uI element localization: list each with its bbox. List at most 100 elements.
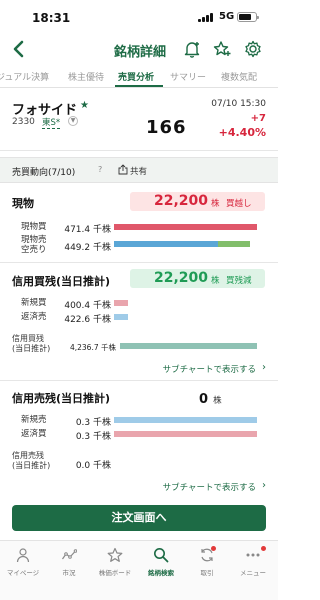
gear-icon[interactable]	[243, 39, 263, 59]
nav-menu[interactable]: メニュー	[230, 546, 276, 577]
genbutsu-buy-bar-fill	[114, 224, 257, 230]
nav-stock-search-label: 銘柄検索	[148, 569, 174, 577]
genbutsu-summary-kind: 買越し	[226, 199, 252, 209]
margin-buy-balance-label: 信用買残 (当日推計)	[12, 334, 51, 353]
margin-buy-subchart-link[interactable]: サブチャートで表示する	[163, 363, 256, 375]
margin-buy-summary-value: 22,200	[154, 270, 209, 286]
battery-icon	[237, 12, 259, 22]
genbutsu-buy-value: 471.4 千株	[64, 225, 111, 235]
stock-code: 2330	[12, 117, 35, 127]
chevron-right-icon[interactable]: ›	[262, 362, 266, 373]
genbutsu-sell-bar	[114, 241, 257, 247]
status-bar: 18:31 5G	[0, 0, 278, 34]
price-change-percent: +4.40%	[218, 126, 266, 139]
notification-dot	[211, 546, 216, 551]
genbutsu-summary-unit: 株	[211, 199, 220, 209]
nav-market[interactable]: 市況	[46, 547, 92, 577]
margin-buy-summary-kind: 買残減	[226, 276, 252, 286]
margin-new-buy-bar	[114, 300, 257, 306]
margin-new-sell-bar	[114, 417, 257, 423]
margin-new-sell-bar-fill	[114, 417, 257, 423]
margin-repay-buy-value: 0.3 千株	[75, 432, 111, 442]
margin-buy-summary-unit: 株	[211, 276, 220, 286]
nav-mypage[interactable]: マイページ	[0, 547, 46, 577]
favorite-star-icon[interactable]: ★	[80, 100, 89, 111]
genbutsu-title: 現物	[12, 197, 34, 210]
star-plus-icon[interactable]	[212, 39, 232, 59]
genbutsu-summary-box: 22,200 株 買越し	[130, 192, 265, 211]
status-time: 18:31	[32, 11, 71, 25]
genbutsu-cash-sell-bar-fill	[218, 241, 250, 247]
nav-trade[interactable]: 取引	[184, 546, 230, 577]
order-screen-button[interactable]: 注文画面へ	[12, 505, 266, 531]
trade-trend-header: 売買動向(7/10) ? 共有	[0, 157, 278, 183]
nav-stock-board[interactable]: 株価ボード	[92, 547, 138, 577]
stock-summary: フォサイド ★ 2330 東S* ▼ 166 07/10 15:30 +7 +4…	[0, 89, 278, 151]
margin-repay-sell-bar-fill	[114, 314, 129, 320]
header: 銘柄詳細	[0, 34, 278, 64]
margin-buy-balance-bar	[120, 343, 257, 349]
price-change: +7	[250, 113, 266, 124]
margin-sell-subchart-link[interactable]: サブチャートで表示する	[163, 481, 256, 493]
tab-visual-results[interactable]: ジュアル決算	[0, 70, 49, 83]
network-type: 5G	[219, 11, 235, 22]
tab-shareholder-benefits[interactable]: 株主優待	[68, 70, 104, 83]
margin-repay-sell-bar	[114, 314, 257, 320]
bell-plus-icon[interactable]	[182, 39, 202, 59]
more-dots-icon	[246, 553, 260, 557]
margin-sell-balance-value: 0.0 千株	[75, 461, 111, 471]
trade-trend-title: 売買動向(7/10)	[12, 168, 76, 178]
star-icon	[107, 547, 123, 562]
margin-new-buy-bar-fill	[114, 300, 129, 306]
margin-buy-title: 信用買残(当日推計)	[12, 275, 111, 288]
margin-sell-summary-value: 0	[199, 392, 209, 407]
section-divider	[0, 262, 278, 263]
margin-new-buy-label: 新規買	[21, 298, 47, 308]
share-button[interactable]: 共有	[130, 165, 147, 177]
nav-market-label: 市況	[62, 569, 76, 577]
search-icon	[154, 548, 169, 563]
page-title: 銘柄詳細	[113, 45, 166, 60]
help-icon[interactable]: ?	[98, 165, 102, 174]
tab-bar: ジュアル決算 株主優待 売買分析 サマリー 複数気配	[0, 66, 278, 88]
genbutsu-sell-label: 現物売 空売り	[21, 235, 47, 255]
margin-sell-balance-label: 信用売残 (当日推計)	[12, 451, 51, 470]
margin-new-sell-value: 0.3 千株	[75, 418, 111, 428]
genbutsu-summary-value: 22,200	[154, 193, 209, 209]
notification-dot	[261, 546, 266, 551]
margin-buy-summary-box: 22,200 株 買残減	[130, 269, 265, 288]
chevron-down-icon[interactable]: ▼	[68, 116, 78, 126]
genbutsu-sell-value: 449.2 千株	[64, 243, 111, 253]
margin-repay-sell-label: 返済売	[21, 312, 47, 322]
margin-buy-balance-bar-fill	[120, 343, 257, 349]
tab-trade-analysis[interactable]: 売買分析	[118, 70, 154, 83]
margin-sell-summary: 0 株	[199, 388, 222, 407]
market-badge[interactable]: 東S*	[42, 116, 61, 129]
person-icon	[16, 548, 30, 563]
price-datetime: 07/10 15:30	[211, 99, 266, 109]
nav-mypage-label: マイページ	[6, 569, 40, 577]
margin-repay-sell-value: 422.6 千株	[64, 315, 111, 325]
active-tab-indicator	[115, 85, 163, 87]
bottom-nav: マイページ 市況 株価ボード 銘柄検索 取引 メニュー	[0, 540, 278, 600]
tab-multiple-quotes[interactable]: 複数気配	[221, 70, 257, 83]
market-line-icon	[62, 549, 77, 560]
section-divider	[0, 380, 278, 381]
margin-sell-summary-unit: 株	[213, 396, 222, 406]
current-price: 166	[146, 117, 187, 138]
margin-sell-title: 信用売残(当日推計)	[12, 392, 111, 405]
nav-stock-board-label: 株価ボード	[98, 569, 132, 577]
signal-icon	[198, 13, 214, 22]
margin-buy-balance-value: 4,236.7 千株	[69, 343, 116, 352]
tab-summary[interactable]: サマリー	[170, 70, 206, 83]
margin-new-buy-value: 400.4 千株	[64, 301, 111, 311]
margin-repay-buy-label: 返済買	[21, 429, 47, 439]
genbutsu-short-bar-fill	[114, 241, 219, 247]
nav-menu-label: メニュー	[240, 569, 266, 577]
back-chevron-icon[interactable]	[10, 39, 28, 59]
nav-trade-label: 取引	[200, 569, 214, 577]
nav-stock-search[interactable]: 銘柄検索	[138, 547, 184, 577]
chevron-right-icon[interactable]: ›	[262, 480, 266, 491]
share-icon[interactable]	[118, 164, 128, 175]
margin-repay-buy-bar-fill	[114, 431, 257, 437]
